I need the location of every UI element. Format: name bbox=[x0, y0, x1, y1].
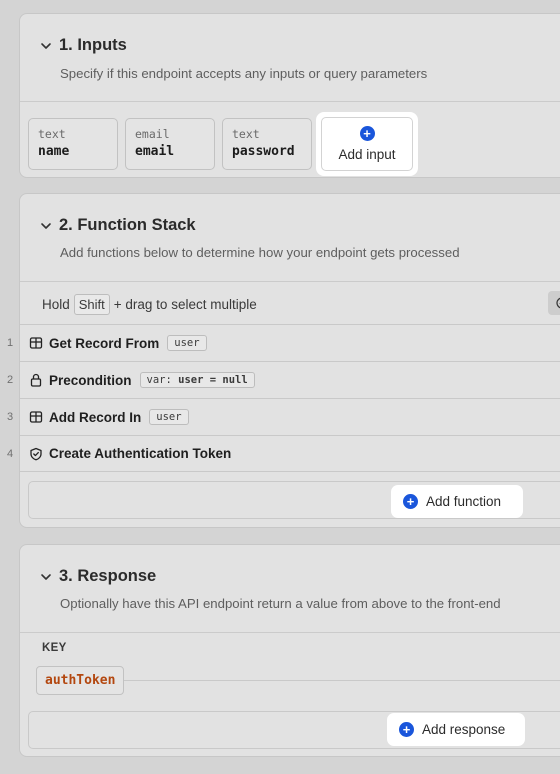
input-type: text bbox=[232, 127, 260, 141]
collapse-all-button[interactable] bbox=[548, 291, 560, 315]
function-row-get-record[interactable]: Get Record From user bbox=[20, 324, 560, 361]
response-section-description: Optionally have this API endpoint return… bbox=[60, 596, 501, 611]
add-response-button[interactable]: + Add response bbox=[387, 713, 525, 746]
response-key-chip[interactable]: authToken bbox=[36, 666, 125, 695]
inputs-section-description: Specify if this endpoint accepts any inp… bbox=[60, 66, 428, 81]
function-label: Add Record In bbox=[49, 409, 142, 425]
divider bbox=[20, 281, 560, 282]
input-name: email bbox=[135, 144, 175, 159]
function-tag: user bbox=[149, 409, 189, 425]
plus-circle-icon: + bbox=[403, 494, 418, 509]
chevron-down-icon bbox=[41, 573, 51, 580]
function-label: Precondition bbox=[49, 372, 132, 388]
input-name: name bbox=[38, 144, 70, 159]
function-label: Create Authentication Token bbox=[49, 446, 232, 461]
function-stack-section: 2. Function Stack Add functions below to… bbox=[19, 193, 560, 528]
add-function-label: Add function bbox=[426, 494, 502, 509]
table-icon bbox=[29, 411, 43, 423]
add-function-button[interactable]: + Add function bbox=[391, 485, 523, 518]
function-tag: user bbox=[167, 335, 207, 351]
input-name: password bbox=[232, 144, 295, 159]
collapse-icon bbox=[556, 297, 560, 309]
row-number: 1 bbox=[6, 337, 14, 349]
shield-check-icon bbox=[30, 447, 42, 460]
tag-variable: user bbox=[178, 374, 204, 386]
row-number: 4 bbox=[6, 448, 14, 460]
response-section-toggle[interactable]: 3. Response bbox=[39, 567, 156, 586]
function-label: Get Record From bbox=[49, 335, 160, 351]
divider bbox=[20, 101, 560, 102]
row-number: 3 bbox=[6, 411, 14, 423]
function-row-create-token[interactable]: Create Authentication Token bbox=[20, 435, 560, 472]
tag-prefix: var: bbox=[146, 374, 172, 386]
function-section-title: 2. Function Stack bbox=[59, 216, 196, 234]
inputs-section-toggle[interactable]: 1. Inputs bbox=[39, 36, 127, 55]
add-input-box: + Add input bbox=[321, 117, 413, 171]
hint-suffix: + drag to select multiple bbox=[113, 297, 257, 312]
multi-select-hint: Hold Shift + drag to select multiple bbox=[42, 294, 257, 315]
key-row-line bbox=[124, 680, 560, 681]
input-card-name[interactable]: text name bbox=[28, 118, 118, 170]
function-section-toggle[interactable]: 2. Function Stack bbox=[39, 216, 196, 235]
add-response-label: Add response bbox=[422, 722, 506, 737]
plus-circle-icon: + bbox=[399, 722, 414, 737]
divider bbox=[20, 632, 560, 633]
inputs-section: 1. Inputs Specify if this endpoint accep… bbox=[19, 13, 560, 178]
add-input-button[interactable]: + Add input bbox=[316, 112, 418, 176]
function-section-description: Add functions below to determine how you… bbox=[60, 245, 460, 260]
hint-prefix: Hold bbox=[42, 297, 70, 312]
inputs-section-title: 1. Inputs bbox=[59, 36, 127, 54]
function-row-precondition[interactable]: Precondition var: user = null bbox=[20, 361, 560, 398]
plus-circle-icon: + bbox=[359, 126, 375, 141]
input-card-email[interactable]: email email bbox=[125, 118, 215, 170]
add-input-label: Add input bbox=[338, 147, 396, 162]
table-icon bbox=[29, 337, 43, 349]
tag-suffix: = null bbox=[209, 374, 248, 386]
shift-key: Shift bbox=[73, 294, 110, 315]
response-section-title: 3. Response bbox=[59, 567, 157, 585]
key-column-header: KEY bbox=[42, 642, 67, 654]
function-row-add-record[interactable]: Add Record In user bbox=[20, 398, 560, 435]
response-section: 3. Response Optionally have this API end… bbox=[19, 544, 560, 757]
input-type: email bbox=[135, 127, 170, 141]
precondition-expression: var: user = null bbox=[139, 372, 255, 388]
chevron-down-icon bbox=[41, 222, 51, 229]
row-number: 2 bbox=[6, 374, 14, 386]
input-card-password[interactable]: text password bbox=[222, 118, 312, 170]
input-type: text bbox=[38, 127, 66, 141]
lock-icon bbox=[30, 373, 42, 387]
chevron-down-icon bbox=[41, 42, 51, 49]
